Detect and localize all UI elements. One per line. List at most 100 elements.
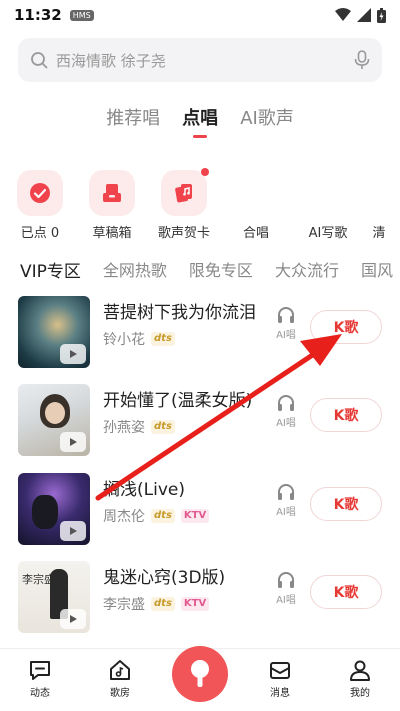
song-title: 搁浅(Live)	[103, 480, 185, 500]
nav-label-profile: 我的	[350, 688, 370, 699]
song-sub: 李宗盛 dts KTV	[103, 594, 225, 614]
quick-item-drafts[interactable]: 草稿箱	[76, 170, 148, 241]
sing-center-button[interactable]	[172, 646, 228, 702]
song-cover[interactable]	[18, 384, 90, 456]
ai-sing-button[interactable]: AI唱	[274, 306, 298, 341]
quick-label-requested: 已点 0	[20, 226, 60, 241]
quick-item-chorus[interactable]: 合唱	[220, 170, 292, 241]
headphones-icon	[278, 572, 294, 588]
song-cover[interactable]	[18, 296, 90, 368]
quick-label-ai-write: AI写歌	[308, 226, 348, 241]
ai-sing-label: AI唱	[276, 330, 296, 341]
song-row[interactable]: 菩提树下我为你流泪 铃小花 dts AI唱 K歌	[0, 292, 400, 372]
headphones-icon	[278, 307, 294, 323]
quick-item-requested[interactable]: 已点 0	[4, 170, 76, 241]
search-icon	[31, 52, 48, 69]
quick-item-partial[interactable]: 清	[364, 170, 394, 241]
greeting-card-icon	[175, 184, 192, 203]
song-singer: 周杰伦	[103, 509, 145, 525]
hms-badge: HMS	[69, 9, 94, 21]
ai-sing-label: AI唱	[276, 595, 296, 606]
quick-label-partial: 清	[372, 226, 386, 241]
quick-label-greeting-card: 歌声贺卡	[157, 226, 210, 241]
play-icon[interactable]	[60, 521, 86, 541]
headphones-icon	[278, 484, 294, 500]
nav-feed[interactable]: 动态	[0, 649, 80, 711]
song-sub: 周杰伦 dts KTV	[103, 506, 210, 526]
status-bar: 11:32 HMS	[0, 0, 400, 30]
song-title: 鬼迷心窍(3D版)	[103, 568, 226, 588]
ai-sing-label: AI唱	[276, 507, 296, 518]
microphone-icon[interactable]	[354, 50, 370, 70]
ktv-badge: KTV	[180, 509, 210, 523]
tab-ai-voice[interactable]: AI歌声	[240, 104, 294, 140]
house-music-icon	[110, 660, 130, 680]
microphone-icon	[191, 660, 209, 687]
cover-face	[45, 402, 65, 424]
search-bar[interactable]: 西海情歌 徐子尧	[18, 38, 382, 82]
dts-badge: dts	[151, 420, 175, 434]
ai-sing-button[interactable]: AI唱	[274, 394, 298, 429]
ktv-badge: KTV	[180, 597, 210, 611]
nav-label-feed: 动态	[30, 688, 50, 699]
dts-badge: dts	[151, 597, 175, 611]
quick-item-ai-write[interactable]: AI写歌	[292, 170, 364, 241]
play-icon[interactable]	[60, 344, 86, 364]
nav-profile[interactable]: 我的	[320, 649, 400, 711]
battery-icon	[377, 7, 386, 23]
song-meta: 搁浅(Live) 周杰伦 dts KTV	[103, 475, 210, 526]
song-row[interactable]: 开始懂了(温柔女版) 孙燕姿 dts AI唱 K歌	[0, 380, 400, 460]
k-song-button[interactable]: K歌	[310, 487, 382, 521]
play-icon[interactable]	[60, 609, 86, 629]
person-icon	[350, 660, 370, 681]
song-cover[interactable]: 李宗盛	[18, 561, 90, 633]
nav-label-rooms: 歌房	[110, 688, 130, 699]
song-singer: 李宗盛	[103, 597, 145, 613]
signal-icon	[357, 8, 371, 22]
song-title: 开始懂了(温柔女版)	[103, 391, 253, 411]
song-meta: 菩提树下我为你流泪 铃小花 dts	[103, 298, 256, 349]
category-vip[interactable]: VIP专区	[20, 257, 81, 287]
check-circle-icon	[30, 183, 50, 203]
search-input[interactable]: 西海情歌 徐子尧	[56, 50, 354, 71]
quick-icon-bg	[89, 170, 135, 216]
ai-sing-button[interactable]: AI唱	[274, 483, 298, 518]
status-time: 11:32	[14, 6, 62, 24]
play-icon[interactable]	[60, 432, 86, 452]
category-guofeng[interactable]: 国风	[361, 257, 393, 287]
song-singer: 孙燕姿	[103, 420, 145, 436]
k-song-button[interactable]: K歌	[310, 310, 382, 344]
nav-label-messages: 消息	[270, 688, 290, 699]
song-cover[interactable]	[18, 473, 90, 545]
cover-figure	[32, 495, 58, 529]
quick-item-greeting-card[interactable]: 歌声贺卡	[148, 168, 220, 241]
category-popular[interactable]: 大众流行	[275, 257, 339, 287]
nav-rooms[interactable]: 歌房	[80, 649, 160, 711]
quick-label-drafts: 草稿箱	[92, 226, 132, 241]
quick-icon-bg	[17, 170, 63, 216]
song-singer: 铃小花	[103, 332, 145, 348]
song-meta: 鬼迷心窍(3D版) 李宗盛 dts KTV	[103, 563, 225, 614]
tab-request-song[interactable]: 点唱	[182, 104, 218, 140]
ai-sing-label: AI唱	[276, 418, 296, 429]
quick-entry-row: 已点 0 草稿箱 歌声贺卡 合唱 AI写歌 清	[0, 168, 400, 241]
tab-recommend-sing[interactable]: 推荐唱	[106, 104, 160, 140]
category-hot[interactable]: 全网热歌	[103, 257, 167, 287]
category-tabs: VIP专区 全网热歌 限免专区 大众流行 国风	[0, 257, 400, 287]
category-free[interactable]: 限免专区	[189, 257, 253, 287]
song-row[interactable]: 搁浅(Live) 周杰伦 dts KTV AI唱 K歌	[0, 469, 400, 549]
ai-sing-button[interactable]: AI唱	[274, 571, 298, 606]
k-song-button[interactable]: K歌	[310, 575, 382, 609]
k-song-button[interactable]: K歌	[310, 398, 382, 432]
draft-box-icon	[103, 184, 121, 202]
quick-icon-bg	[161, 168, 209, 216]
wifi-icon	[335, 8, 351, 21]
song-row[interactable]: 李宗盛 鬼迷心窍(3D版) 李宗盛 dts KTV AI唱 K歌	[0, 557, 400, 637]
notification-dot	[201, 168, 209, 176]
mail-icon	[270, 662, 290, 679]
nav-messages[interactable]: 消息	[240, 649, 320, 711]
song-sub: 铃小花 dts	[103, 329, 256, 349]
song-meta: 开始懂了(温柔女版) 孙燕姿 dts	[103, 386, 252, 437]
quick-label-chorus: 合唱	[242, 226, 269, 241]
headphones-icon	[278, 395, 294, 411]
